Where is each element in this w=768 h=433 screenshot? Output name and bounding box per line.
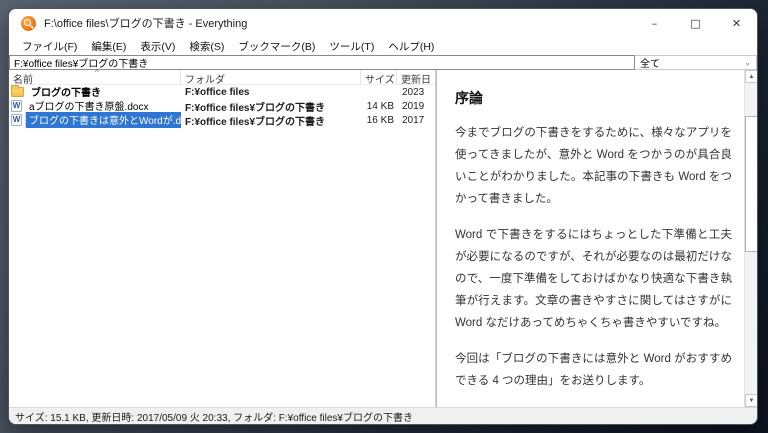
row-modified: 2019 [402, 100, 425, 112]
content-area: ^ 名前 フォルダ サイズ 更新日 ブログの下書き F:¥office file… [9, 68, 757, 407]
menu-search[interactable]: 検索(S) [182, 37, 231, 56]
column-header-row: ^ 名前 フォルダ サイズ 更新日 [9, 68, 435, 85]
menu-help[interactable]: ヘルプ(H) [381, 37, 441, 56]
table-row[interactable]: aブログの下書き原盤.docx F:¥office files¥ブログの下書き … [9, 99, 435, 114]
row-size: 16 KB [366, 114, 394, 126]
word-doc-icon [11, 100, 22, 112]
file-list-pane: ^ 名前 フォルダ サイズ 更新日 ブログの下書き F:¥office file… [9, 68, 436, 407]
scroll-down-icon[interactable]: ▼ [745, 394, 757, 407]
menu-bar: ファイル(F) 編集(E) 表示(V) 検索(S) ブックマーク(B) ツール(… [9, 37, 757, 55]
everything-window: F:\office files\ブログの下書き - Everything – □… [8, 8, 758, 425]
filter-dropdown[interactable]: 全て ⌄ [635, 55, 757, 70]
scrollbar-thumb[interactable] [745, 116, 757, 252]
scroll-up-icon[interactable]: ▲ [745, 70, 757, 83]
row-modified: 2017 [402, 114, 425, 126]
search-row: 全て ⌄ [9, 55, 757, 70]
row-folder: F:¥office files¥ブログの下書き [185, 116, 326, 128]
menu-view[interactable]: 表示(V) [133, 37, 182, 56]
column-header-size[interactable]: サイズ [361, 70, 397, 84]
row-folder: F:¥office files¥ブログの下書き [185, 102, 326, 114]
everything-app-icon [21, 15, 36, 31]
chevron-down-icon: ⌄ [744, 58, 751, 67]
column-header-folder[interactable]: フォルダ [181, 70, 361, 84]
status-text: サイズ: 15.1 KB, 更新日時: 2017/05/09 火 20:33, … [15, 412, 413, 424]
folder-icon [11, 85, 24, 97]
row-modified: 2023 [402, 86, 425, 98]
menu-file[interactable]: ファイル(F) [15, 37, 84, 56]
maximize-button[interactable]: □ [675, 9, 716, 37]
minimize-button[interactable]: – [634, 9, 675, 37]
row-name: ブログの下書きは意外とWordが.docx [25, 112, 181, 128]
preview-heading-intro: 序論 [455, 90, 483, 106]
table-row[interactable]: ブログの下書き F:¥office files 2023 [9, 85, 435, 99]
menu-tools[interactable]: ツール(T) [322, 37, 381, 56]
table-row-selected[interactable]: ブログの下書きは意外とWordが.docx F:¥office files¥ブロ… [9, 112, 435, 128]
preview-scrollbar[interactable]: ▲ ▼ [744, 70, 757, 407]
preview-paragraph: 今回は「ブログの下書きには意外と Word がおすすめできる 4 つの理由」をお… [455, 353, 732, 387]
column-header-modified[interactable]: 更新日 [397, 70, 435, 84]
menu-edit[interactable]: 編集(E) [84, 37, 133, 56]
sort-indicator-icon: ^ [95, 68, 99, 77]
close-button[interactable]: ✕ [716, 9, 757, 37]
word-doc-icon [11, 114, 22, 126]
menu-bookmarks[interactable]: ブックマーク(B) [231, 37, 322, 56]
preview-paragraph: Word で下書きをするにはちょっとした下準備と工夫が必要になるのですが、それが… [455, 229, 732, 329]
window-title: F:\office files\ブログの下書き - Everything [44, 18, 248, 30]
document-preview: 序論 今までブログの下書きをするために、様々なアプリを使ってきましたが、意外と … [437, 70, 744, 407]
title-bar[interactable]: F:\office files\ブログの下書き - Everything – □… [9, 9, 757, 37]
search-input[interactable] [9, 55, 635, 70]
filter-value: 全て [640, 59, 660, 70]
window-controls: – □ ✕ [634, 9, 757, 37]
row-folder: F:¥office files [185, 86, 250, 98]
preview-paragraph: 今までブログの下書きをするために、様々なアプリを使ってきましたが、意外と Wor… [455, 127, 732, 205]
status-bar: サイズ: 15.1 KB, 更新日時: 2017/05/09 火 20:33, … [9, 407, 757, 424]
preview-pane: 序論 今までブログの下書きをするために、様々なアプリを使ってきましたが、意外と … [436, 70, 757, 407]
row-size: 14 KB [366, 100, 394, 112]
file-rows: ブログの下書き F:¥office files 2023 aブログの下書き原盤.… [9, 85, 435, 407]
